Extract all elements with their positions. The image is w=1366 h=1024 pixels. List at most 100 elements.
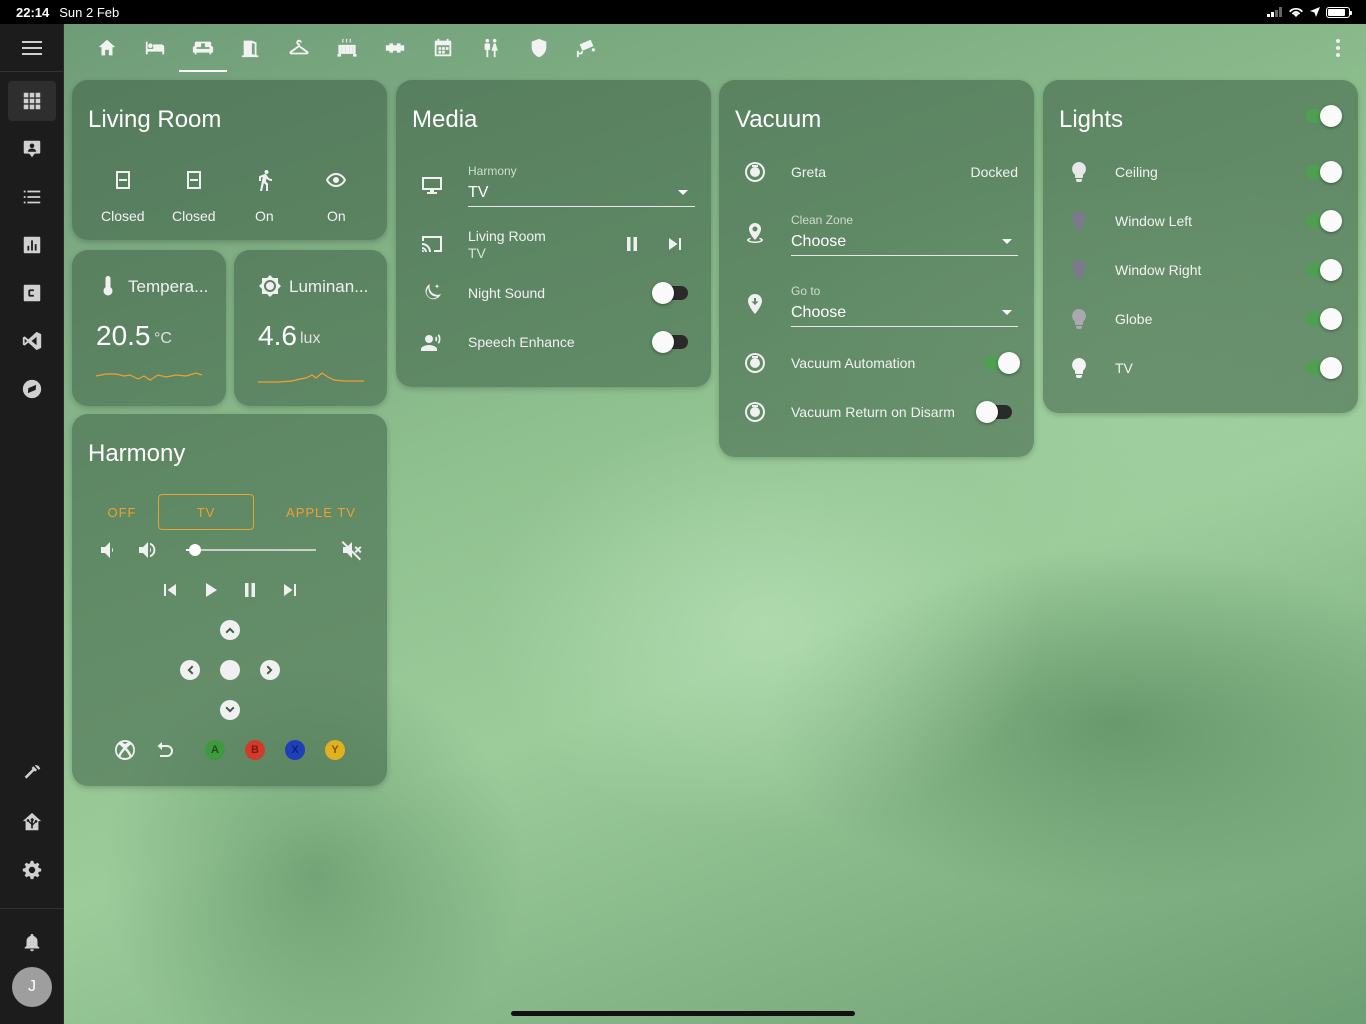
door-closed-icon[interactable] xyxy=(111,168,135,192)
dpad-left-icon[interactable] xyxy=(178,658,202,682)
media-player-name: Living Room xyxy=(468,228,546,244)
lights-all-toggle[interactable] xyxy=(1304,105,1342,127)
brightness-icon xyxy=(258,274,282,298)
volume-up-icon[interactable] xyxy=(136,538,160,562)
harmony-title: Harmony xyxy=(88,440,186,467)
volume-slider-thumb[interactable] xyxy=(189,544,201,556)
sidebar-item-history[interactable] xyxy=(8,225,56,265)
vacuum-automation-toggle[interactable] xyxy=(982,352,1020,374)
lightbulb-icon[interactable] xyxy=(1067,258,1091,282)
door-icon xyxy=(241,40,259,58)
gamepad-x-button[interactable]: X xyxy=(285,740,305,760)
dpad-ok-icon[interactable] xyxy=(218,658,242,682)
tab-heating[interactable] xyxy=(323,24,371,72)
light-label-window-left: Window Left xyxy=(1115,213,1193,229)
dpad-right-icon[interactable] xyxy=(258,658,282,682)
sidebar: J xyxy=(0,24,64,1024)
tab-living-room[interactable] xyxy=(179,24,227,72)
door-closed-icon[interactable] xyxy=(182,168,206,192)
light-toggle-window-left[interactable] xyxy=(1304,210,1342,232)
robot-vacuum-icon[interactable] xyxy=(743,160,767,184)
sidebar-item-explorer[interactable] xyxy=(8,369,56,409)
play-icon[interactable] xyxy=(198,578,222,602)
overflow-menu-icon[interactable] xyxy=(1326,36,1350,60)
sensor-label-door-2: Closed xyxy=(172,208,216,224)
lightbulb-icon[interactable] xyxy=(1067,307,1091,331)
tab-plumbing[interactable] xyxy=(371,24,419,72)
tab-wardrobe[interactable] xyxy=(275,24,323,72)
xbox-icon[interactable] xyxy=(113,738,137,762)
vacuum-return-toggle[interactable] xyxy=(976,401,1012,423)
sidebar-item-notifications[interactable] xyxy=(8,923,56,963)
light-toggle-ceiling[interactable] xyxy=(1304,161,1342,183)
pause-icon[interactable] xyxy=(238,578,262,602)
chevron-down-icon[interactable] xyxy=(1002,239,1012,244)
skip-next-icon[interactable] xyxy=(663,232,687,256)
vacuum-card: Vacuum Greta Docked Clean Zone Choose Go… xyxy=(719,80,1034,457)
tab-cameras[interactable] xyxy=(563,24,611,72)
activity-apple-tv-button[interactable]: APPLE TV xyxy=(266,494,376,530)
night-sound-toggle[interactable] xyxy=(652,282,688,304)
vacuum-automation-label: Vacuum Automation xyxy=(791,355,916,371)
volume-slider-track[interactable] xyxy=(186,549,316,551)
skip-previous-icon[interactable] xyxy=(158,578,182,602)
back-arrow-icon[interactable] xyxy=(153,738,177,762)
light-toggle-window-right[interactable] xyxy=(1304,259,1342,281)
luminance-card[interactable]: Luminan... 4.6 lux xyxy=(234,250,387,406)
radiator-icon xyxy=(337,38,357,57)
robot-vacuum-icon xyxy=(743,400,767,424)
tab-entrance[interactable] xyxy=(227,24,275,72)
hamburger-menu-icon[interactable] xyxy=(21,40,42,56)
light-toggle-globe[interactable] xyxy=(1304,308,1342,330)
tab-security[interactable] xyxy=(515,24,563,72)
light-label-ceiling: Ceiling xyxy=(1115,164,1158,180)
gamepad-y-button[interactable]: Y xyxy=(325,740,345,760)
sidebar-item-code-editor[interactable] xyxy=(8,321,56,361)
dpad-up-icon[interactable] xyxy=(218,618,242,642)
eye-icon[interactable] xyxy=(324,168,348,192)
tab-bedroom[interactable] xyxy=(131,24,179,72)
sidebar-item-logbook[interactable] xyxy=(8,177,56,217)
walk-icon[interactable] xyxy=(253,168,277,192)
tab-people[interactable] xyxy=(467,24,515,72)
sidebar-item-developer-tools[interactable] xyxy=(8,754,56,794)
media-card: Media Harmony TV Living Room TV Night So… xyxy=(396,80,711,387)
harmony-select-underline xyxy=(468,206,695,207)
light-label-tv: TV xyxy=(1115,360,1133,376)
person-board-icon xyxy=(23,140,41,158)
skip-next-icon[interactable] xyxy=(278,578,302,602)
lightbulb-icon[interactable] xyxy=(1067,160,1091,184)
status-date: Sun 2 Feb xyxy=(59,4,120,20)
lightbulb-icon[interactable] xyxy=(1067,209,1091,233)
sidebar-item-dashboard[interactable] xyxy=(8,129,56,169)
home-indicator[interactable] xyxy=(511,1011,855,1016)
dpad-down-icon[interactable] xyxy=(218,698,242,722)
sidebar-item-settings[interactable] xyxy=(8,850,56,890)
chart-icon xyxy=(23,236,41,254)
grid-icon xyxy=(23,92,41,110)
chevron-down-icon[interactable] xyxy=(1002,310,1012,315)
luminance-sparkline xyxy=(258,372,364,383)
activity-off-button[interactable]: OFF xyxy=(74,494,170,530)
pause-icon[interactable] xyxy=(620,232,644,256)
chevron-down-icon[interactable] xyxy=(678,190,688,195)
activity-tv-button[interactable]: TV xyxy=(158,494,254,530)
lightbulb-icon[interactable] xyxy=(1067,356,1091,380)
goto-select[interactable]: Choose xyxy=(791,304,846,322)
avatar[interactable]: J xyxy=(12,967,52,1007)
sidebar-item-config-box[interactable] xyxy=(8,273,56,313)
temperature-card[interactable]: Tempera... 20.5 °C xyxy=(72,250,226,406)
sidebar-item-overview[interactable] xyxy=(8,81,56,121)
gamepad-b-button[interactable]: B xyxy=(245,740,265,760)
gamepad-a-button[interactable]: A xyxy=(205,740,225,760)
volume-mute-icon[interactable] xyxy=(340,538,364,562)
dashboard-main: Living Room Closed Closed On On Tempera.… xyxy=(64,24,1366,1024)
clean-zone-select[interactable]: Choose xyxy=(791,233,846,251)
volume-down-icon[interactable] xyxy=(96,538,120,562)
speech-enhance-toggle[interactable] xyxy=(652,331,688,353)
light-toggle-tv[interactable] xyxy=(1304,357,1342,379)
tab-home[interactable] xyxy=(83,24,131,72)
tab-calendar[interactable] xyxy=(419,24,467,72)
harmony-select-value[interactable]: TV xyxy=(468,184,488,202)
sidebar-item-supervisor[interactable] xyxy=(8,802,56,842)
